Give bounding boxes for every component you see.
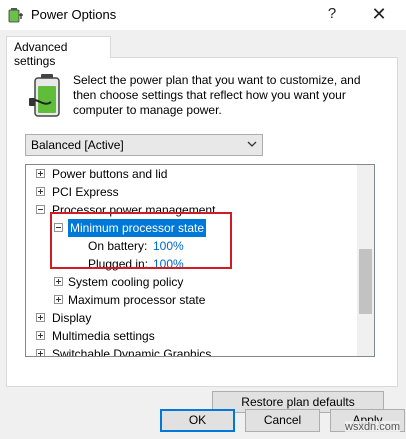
plan-description: Select the power plan that you want to c… (73, 73, 361, 117)
title-bar: Power Options ? ✕ (0, 0, 406, 30)
help-button[interactable]: ? (322, 4, 342, 24)
expand-icon[interactable] (36, 313, 45, 322)
annotation-highlight-box (50, 212, 232, 269)
collapse-icon[interactable] (36, 205, 45, 214)
chevron-down-icon (247, 141, 257, 147)
ok-button[interactable]: OK (160, 409, 235, 432)
close-icon: ✕ (371, 4, 387, 24)
power-options-icon (8, 8, 23, 23)
power-plan-value: Balanced [Active] (31, 138, 124, 152)
expand-icon[interactable] (36, 349, 45, 356)
cancel-button[interactable]: Cancel (245, 409, 320, 432)
power-plan-dropdown[interactable]: Balanced [Active] (25, 134, 263, 156)
window-title: Power Options (31, 7, 117, 22)
expand-icon[interactable] (36, 331, 45, 340)
battery-plug-icon (29, 74, 60, 117)
close-button[interactable]: ✕ (366, 3, 392, 25)
watermark: wsxdn.com (345, 421, 401, 433)
tree-scrollbar[interactable] (357, 165, 374, 356)
expand-icon[interactable] (54, 295, 63, 304)
expand-icon[interactable] (36, 169, 45, 178)
expand-icon[interactable] (36, 187, 45, 196)
scrollbar-thumb[interactable] (359, 249, 372, 314)
expand-icon[interactable] (54, 277, 63, 286)
tab-advanced-settings[interactable]: Advanced settings (6, 36, 111, 68)
